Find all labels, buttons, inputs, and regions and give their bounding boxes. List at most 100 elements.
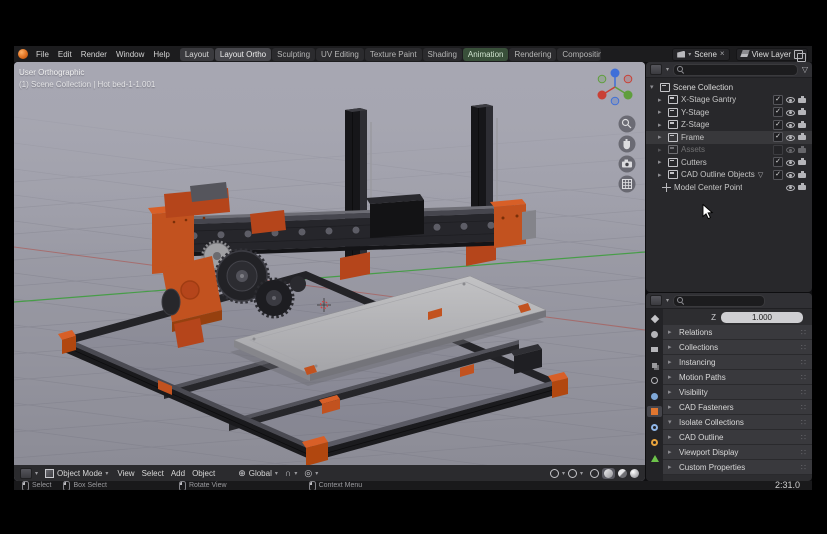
outliner-row-assets[interactable]: ▸ Assets	[646, 144, 812, 157]
section-motion-paths[interactable]: ▸ Motion Paths ∷	[663, 370, 812, 385]
disclosure-triangle[interactable]: ▸	[658, 171, 665, 179]
tab-output[interactable]	[647, 344, 662, 355]
mode-selector[interactable]: Object Mode ▾	[45, 468, 108, 478]
outliner-row-cutters[interactable]: ▸ Cutters ✓	[646, 156, 812, 169]
menu-edit[interactable]: Edit	[54, 50, 76, 59]
blender-logo-icon[interactable]	[18, 49, 28, 59]
editor-type-selector[interactable]: ▾	[20, 467, 38, 479]
drag-grip-icon[interactable]: ∷	[801, 463, 807, 472]
drag-grip-icon[interactable]: ∷	[801, 373, 807, 382]
menu-view[interactable]: View	[115, 469, 136, 478]
shading-rendered-icon[interactable]	[630, 468, 639, 478]
tab-world[interactable]	[647, 391, 662, 402]
outliner-row-scene-collection[interactable]: ▾ Scene Collection	[646, 81, 812, 94]
camera-icon[interactable]	[798, 170, 808, 179]
eye-icon[interactable]	[786, 170, 795, 179]
menu-window[interactable]: Window	[112, 50, 148, 59]
eye-icon[interactable]	[786, 120, 795, 129]
ortho-grid-button[interactable]	[618, 175, 636, 193]
tab-sculpting[interactable]: Sculpting	[272, 47, 316, 61]
outliner-editor-icon[interactable]	[650, 64, 662, 75]
menu-file[interactable]: File	[32, 50, 53, 59]
tab-physics[interactable]	[647, 437, 662, 448]
eye-icon[interactable]	[786, 183, 795, 192]
eye-icon[interactable]	[786, 108, 795, 117]
tab-object-data[interactable]	[647, 453, 662, 464]
transform-orientation[interactable]: ⊕ Global ▾	[238, 468, 278, 478]
drag-grip-icon[interactable]: ∷	[801, 358, 807, 367]
checkbox-icon[interactable]: ✓	[773, 119, 783, 130]
tab-compositing[interactable]: Compositing	[557, 47, 602, 61]
tab-shading[interactable]: Shading	[422, 47, 462, 61]
drag-grip-icon[interactable]: ∷	[801, 418, 807, 427]
disclosure-triangle[interactable]: ▸	[658, 146, 665, 154]
outliner-row-frame[interactable]: ▸ Frame ✓	[646, 131, 812, 144]
disclosure-triangle[interactable]: ▸	[658, 121, 665, 129]
eye-icon[interactable]	[786, 145, 795, 154]
pan-hand-button[interactable]	[618, 135, 636, 153]
shading-solid-icon[interactable]	[604, 468, 613, 478]
outliner-row-z-stage[interactable]: ▸ Z-Stage ✓	[646, 119, 812, 132]
snapping-toggle[interactable]: ∩ ▾	[285, 468, 297, 478]
viewport-scene[interactable]	[14, 62, 645, 481]
menu-select[interactable]: Select	[140, 469, 166, 478]
proportional-editing-toggle[interactable]: ◎ ▾	[304, 468, 318, 478]
eye-icon[interactable]	[786, 133, 795, 142]
tab-uv-editing[interactable]: UV Editing	[316, 47, 364, 61]
camera-icon[interactable]	[798, 145, 808, 154]
filter-icon[interactable]: ▽	[802, 65, 808, 74]
tab-animation[interactable]: Animation	[462, 47, 509, 61]
camera-icon[interactable]	[798, 95, 808, 104]
drag-grip-icon[interactable]: ∷	[801, 448, 807, 457]
tab-view-layer[interactable]	[647, 360, 662, 371]
drag-grip-icon[interactable]: ∷	[801, 388, 807, 397]
unlink-scene-icon[interactable]: ×	[720, 50, 725, 58]
tab-texture-paint[interactable]: Texture Paint	[364, 47, 422, 61]
eye-icon[interactable]	[786, 158, 795, 167]
tab-layout[interactable]: Layout	[179, 47, 214, 61]
drag-grip-icon[interactable]: ∷	[801, 433, 807, 442]
camera-icon[interactable]	[798, 108, 808, 117]
disclosure-triangle[interactable]: ▸	[658, 108, 665, 116]
menu-object[interactable]: Object	[190, 469, 217, 478]
menu-help[interactable]: Help	[149, 50, 173, 59]
shading-material-icon[interactable]	[618, 468, 627, 478]
menu-render[interactable]: Render	[77, 50, 111, 59]
section-cad-fasteners[interactable]: ▸ CAD Fasteners ∷	[663, 400, 812, 415]
section-cad-outline[interactable]: ▸ CAD Outline ∷	[663, 430, 812, 445]
eye-icon[interactable]	[786, 95, 795, 104]
tab-tool[interactable]	[647, 313, 662, 324]
tab-rendering[interactable]: Rendering	[509, 47, 557, 61]
tab-scene[interactable]	[647, 375, 662, 386]
properties-search[interactable]	[673, 294, 766, 307]
properties-editor-icon[interactable]	[650, 295, 662, 306]
disclosure-triangle[interactable]: ▸	[658, 158, 665, 166]
section-viewport-display[interactable]: ▸ Viewport Display ∷	[663, 445, 812, 460]
tab-layout-ortho[interactable]: Layout Ortho	[214, 47, 272, 61]
drag-grip-icon[interactable]: ∷	[801, 403, 807, 412]
zoom-button[interactable]	[618, 115, 636, 133]
outliner-search[interactable]	[673, 63, 798, 76]
disclosure-triangle[interactable]: ▸	[658, 133, 665, 141]
navigation-gizmo[interactable]	[597, 68, 633, 106]
checkbox-icon[interactable]: ✓	[773, 157, 783, 168]
outliner-search-input[interactable]	[687, 65, 794, 74]
disclosure-triangle[interactable]: ▸	[658, 96, 665, 104]
viewport-3d[interactable]: User Orthographic (1) Scene Collection |…	[14, 62, 645, 481]
outliner-row-y-stage[interactable]: ▸ Y-Stage ✓	[646, 106, 812, 119]
section-visibility[interactable]: ▸ Visibility ∷	[663, 385, 812, 400]
drag-grip-icon[interactable]: ∷	[801, 343, 807, 352]
disclosure-triangle[interactable]: ▾	[650, 83, 657, 91]
checkbox-icon[interactable]: ✓	[773, 94, 783, 105]
checkbox-icon[interactable]: ✓	[773, 169, 783, 180]
section-isolate-collections[interactable]: ▾ Isolate Collections ∷	[663, 415, 812, 430]
show-gizmo-icon[interactable]	[549, 468, 559, 478]
scene-selector[interactable]: ▾ Scene ×	[672, 47, 730, 61]
view-layer-selector[interactable]: View Layer	[735, 47, 808, 62]
checkbox-icon[interactable]: ✓	[773, 107, 783, 118]
section-instancing[interactable]: ▸ Instancing ∷	[663, 355, 812, 370]
properties-search-input[interactable]	[687, 296, 762, 305]
outliner-row-model-center-point[interactable]: Model Center Point	[646, 181, 812, 194]
checkbox-icon[interactable]	[773, 144, 783, 155]
drag-grip-icon[interactable]: ∷	[801, 328, 807, 337]
